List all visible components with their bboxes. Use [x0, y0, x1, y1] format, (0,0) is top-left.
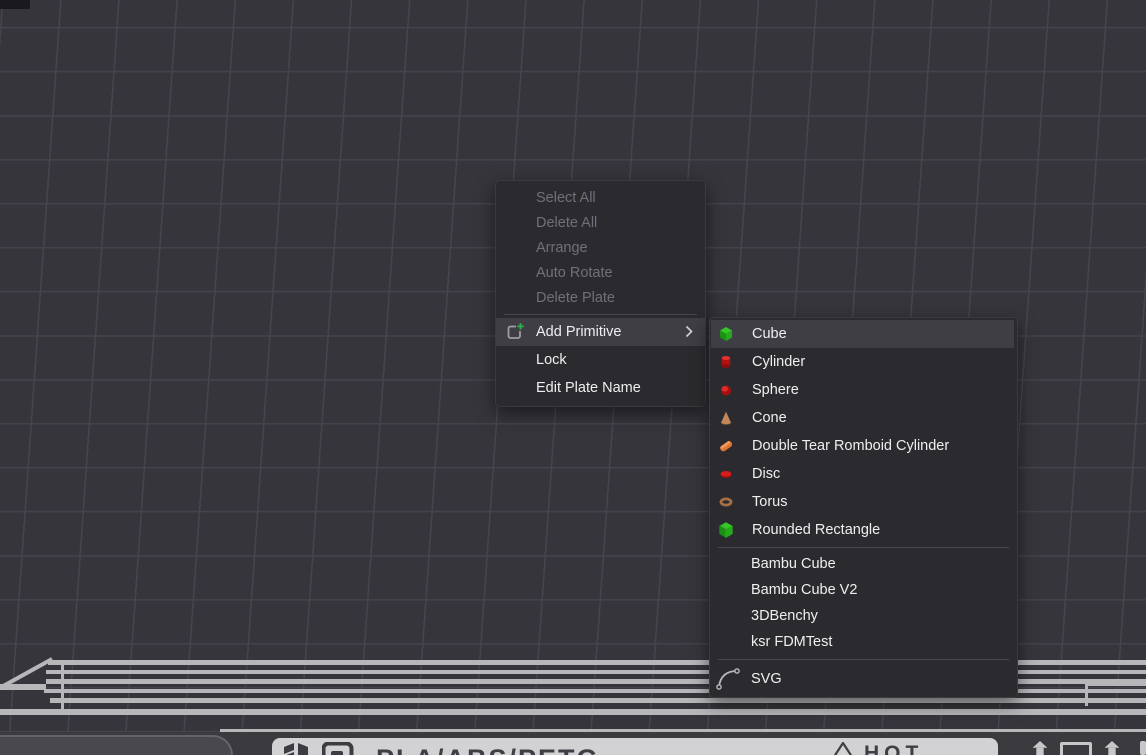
menu-item-select-all: Select All	[496, 186, 705, 211]
menu-item-arrange: Arrange	[496, 236, 705, 261]
submenu-item-label: Cylinder	[752, 354, 805, 370]
plate-front-edge-line	[0, 709, 1146, 715]
submenu-item-rounded-rectangle[interactable]: Rounded Rectangle	[711, 516, 1014, 544]
menu-item-add-primitive[interactable]: Add Primitive	[496, 318, 705, 346]
submenu-item-label: Torus	[752, 494, 787, 510]
menu-separator	[504, 314, 697, 315]
hot-warning-icon	[828, 741, 858, 755]
plate-grip-tab	[0, 735, 233, 755]
plate-edge-tick	[61, 663, 64, 711]
submenu-item-label: Disc	[752, 466, 780, 482]
plate-surface-label: PLA/ABS/PETG	[376, 744, 600, 755]
submenu-item-disc[interactable]: Disc	[711, 460, 1014, 488]
viewport-corner	[0, 0, 30, 9]
bezier-curve-icon	[715, 667, 741, 691]
submenu-item-label: Double Tear Romboid Cylinder	[752, 438, 949, 454]
submenu-item-label: SVG	[751, 671, 782, 687]
submenu-chevron-icon	[685, 325, 693, 338]
plate-hot-label: HOT	[864, 742, 923, 755]
add-primitive-submenu: Cube Cylinder Sphere Cone	[709, 317, 1018, 698]
menu-item-label: Add Primitive	[536, 324, 621, 340]
submenu-item-ksr-fdmtest[interactable]: ksr FDMTest	[710, 629, 1017, 655]
up-arrow-icon	[1098, 741, 1126, 755]
plate-corner-bracket	[1085, 683, 1088, 706]
plate-context-menu: Select All Delete All Arrange Auto Rotat…	[495, 180, 706, 407]
cone-icon	[718, 410, 734, 426]
menu-item-auto-rotate: Auto Rotate	[496, 261, 705, 286]
submenu-item-cone[interactable]: Cone	[711, 404, 1014, 432]
submenu-item-label: Cube	[752, 326, 787, 342]
menu-item-edit-plate-name[interactable]: Edit Plate Name	[496, 374, 705, 402]
plate-label-strip: PLA/ABS/PETG HOT	[272, 738, 998, 755]
disc-icon	[718, 466, 734, 482]
submenu-item-label: Sphere	[752, 382, 799, 398]
menu-item-delete-all: Delete All	[496, 211, 705, 236]
menu-separator	[718, 547, 1009, 548]
bambu-logo-icon	[282, 743, 312, 755]
up-arrow-icon	[1026, 741, 1054, 755]
submenu-item-cylinder[interactable]: Cylinder	[711, 348, 1014, 376]
plate-edge-marking	[1140, 741, 1146, 755]
submenu-item-cube[interactable]: Cube	[711, 320, 1014, 348]
plate-type-logo-icon	[322, 742, 354, 755]
cube-icon	[718, 326, 734, 342]
submenu-item-label: Cone	[752, 410, 787, 426]
submenu-item-sphere[interactable]: Sphere	[711, 376, 1014, 404]
slot-rectangle-icon	[1060, 742, 1092, 755]
submenu-item-double-tear-romboid-cylinder[interactable]: Double Tear Romboid Cylinder	[711, 432, 1014, 460]
torus-icon	[718, 494, 734, 510]
submenu-item-3dbenchy[interactable]: 3DBenchy	[710, 603, 1017, 629]
submenu-item-label: Rounded Rectangle	[752, 522, 880, 538]
menu-item-delete-plate: Delete Plate	[496, 286, 705, 311]
submenu-item-bambu-cube[interactable]: Bambu Cube	[710, 551, 1017, 577]
submenu-item-bambu-cube-v2[interactable]: Bambu Cube V2	[710, 577, 1017, 603]
double-tear-romboid-cylinder-icon	[718, 438, 734, 454]
menu-separator	[718, 659, 1009, 660]
rounded-rectangle-icon	[718, 522, 734, 538]
add-primitive-icon	[504, 322, 525, 343]
slicer-3d-viewport[interactable]: PLA/ABS/PETG HOT Select All Delete All A…	[0, 0, 1146, 755]
plate-corner-bracket	[1085, 683, 1146, 686]
sphere-icon	[718, 382, 734, 398]
plate-edge-stripe	[50, 698, 1146, 703]
cylinder-icon	[718, 354, 734, 370]
submenu-item-svg[interactable]: SVG	[710, 664, 1017, 694]
menu-item-lock[interactable]: Lock	[496, 346, 705, 374]
plate-front-markings	[1020, 740, 1146, 755]
submenu-item-torus[interactable]: Torus	[711, 488, 1014, 516]
